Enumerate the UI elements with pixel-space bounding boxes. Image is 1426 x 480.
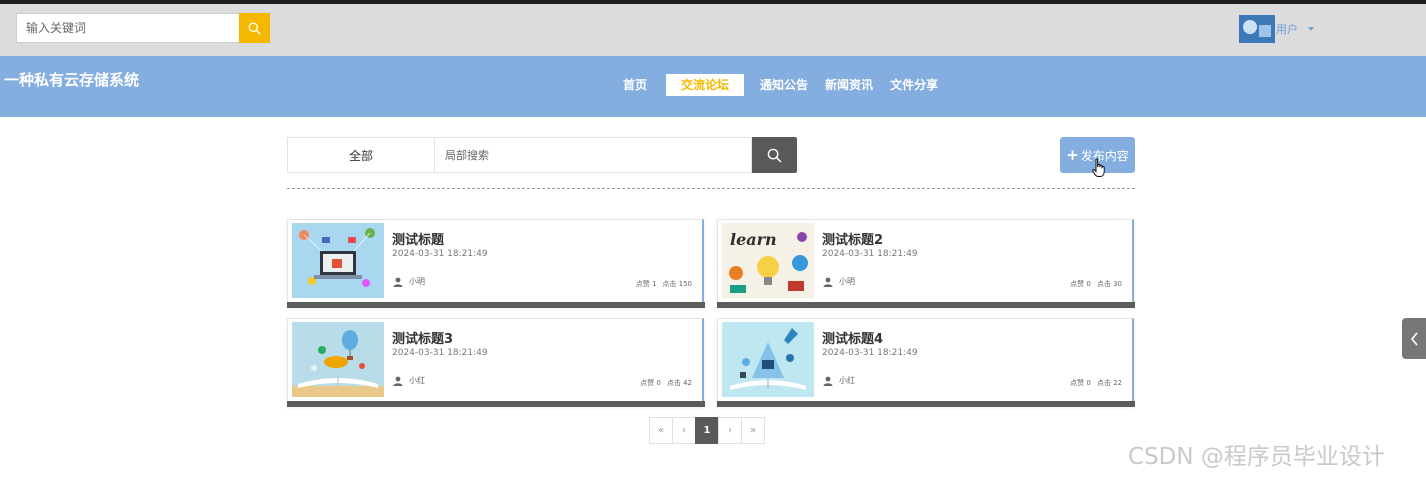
post-title[interactable]: 测试标题 bbox=[392, 229, 444, 248]
card-bottom-bar bbox=[287, 401, 705, 407]
top-header: 用户 bbox=[0, 4, 1426, 56]
post-title[interactable]: 测试标题3 bbox=[392, 328, 453, 347]
watermark: CSDN @程序员毕业设计 bbox=[1128, 444, 1385, 470]
post-thumbnail[interactable] bbox=[722, 322, 814, 397]
author-name: 小红 bbox=[839, 376, 855, 385]
card-bottom-bar bbox=[287, 302, 705, 308]
card-bottom-bar bbox=[717, 401, 1135, 407]
user-icon bbox=[823, 376, 833, 386]
category-select[interactable]: 全部 bbox=[287, 137, 435, 173]
dashed-divider bbox=[287, 188, 1135, 189]
card-bottom-bar bbox=[717, 302, 1135, 308]
chevron-left-icon bbox=[1410, 331, 1418, 346]
local-search-button[interactable] bbox=[752, 137, 797, 173]
post-time: 2024-03-31 18:21:49 bbox=[822, 249, 918, 259]
post-card[interactable]: 测试标题3 2024-03-31 18:21:49 小红 点赞 0 点击 42 bbox=[287, 318, 705, 407]
pagination-last[interactable]: » bbox=[741, 417, 765, 444]
post-time: 2024-03-31 18:21:49 bbox=[392, 249, 488, 259]
local-search-input[interactable] bbox=[435, 137, 752, 173]
post-card[interactable]: learn 测试标题2 2024-03-31 18:21:49 小明 点赞 0点… bbox=[717, 219, 1135, 308]
pagination: « ‹ 1 › » bbox=[649, 417, 765, 444]
user-icon bbox=[823, 277, 833, 287]
side-panel-toggle[interactable] bbox=[1402, 318, 1426, 359]
post-thumbnail[interactable] bbox=[292, 322, 384, 397]
post-stats: 点赞 1 点击 150 bbox=[636, 279, 692, 289]
post-time: 2024-03-31 18:21:49 bbox=[822, 348, 918, 358]
user-menu[interactable]: 用户 bbox=[1239, 15, 1314, 43]
like-count: 点赞 0 bbox=[640, 379, 661, 387]
search-icon bbox=[767, 148, 782, 162]
keyword-search-input[interactable] bbox=[16, 13, 239, 43]
site-brand[interactable]: 一种私有云存储系统 bbox=[4, 69, 139, 90]
user-icon bbox=[393, 277, 403, 287]
like-count: 点赞 0 bbox=[1070, 379, 1091, 387]
author-name: 小明 bbox=[409, 277, 425, 286]
nav-item-home[interactable]: 首页 bbox=[616, 74, 654, 96]
pagination-prev[interactable]: ‹ bbox=[672, 417, 696, 444]
post-thumbnail[interactable]: learn bbox=[722, 223, 814, 298]
author-name: 小红 bbox=[409, 376, 425, 385]
pagination-next[interactable]: › bbox=[718, 417, 742, 444]
chevron-down-icon[interactable] bbox=[1308, 27, 1314, 31]
main-navbar: 一种私有云存储系统 首页 交流论坛 通知公告 新闻资讯 文件分享 bbox=[0, 56, 1426, 117]
post-card[interactable]: 测试标题4 2024-03-31 18:21:49 小红 点赞 0 点击 22 bbox=[717, 318, 1135, 407]
search-icon bbox=[248, 22, 261, 35]
post-stats: 点赞 0 点击 22 bbox=[1070, 378, 1122, 388]
post-author: 小红 bbox=[393, 375, 425, 386]
nav-item-forum[interactable]: 交流论坛 bbox=[666, 74, 745, 96]
svg-text:learn: learn bbox=[730, 230, 777, 249]
author-name: 小明 bbox=[839, 277, 855, 286]
post-stats: 点赞 0 点击 42 bbox=[640, 378, 692, 388]
click-count: 点击 150 bbox=[662, 280, 692, 288]
keyword-search-button[interactable] bbox=[239, 13, 270, 43]
post-thumbnail[interactable] bbox=[292, 223, 384, 298]
hand-cursor-icon bbox=[1092, 158, 1105, 177]
plus-icon: + bbox=[1066, 146, 1079, 164]
like-count: 点赞 1 bbox=[635, 280, 657, 288]
post-time: 2024-03-31 18:21:49 bbox=[392, 348, 488, 358]
post-title[interactable]: 测试标题4 bbox=[822, 328, 883, 347]
post-author: 小红 bbox=[823, 375, 855, 386]
post-author: 小明 bbox=[823, 276, 855, 287]
user-icon bbox=[393, 376, 403, 386]
like-count: 点赞 0 bbox=[1070, 280, 1091, 288]
avatar[interactable] bbox=[1239, 15, 1275, 43]
click-count: 点击 30 bbox=[1096, 280, 1122, 288]
forum-filter-bar: 全部 bbox=[287, 137, 797, 173]
post-title[interactable]: 测试标题2 bbox=[822, 229, 883, 248]
pagination-current-page[interactable]: 1 bbox=[695, 417, 719, 444]
nav-menu: 首页 交流论坛 通知公告 新闻资讯 文件分享 bbox=[616, 74, 948, 96]
global-search bbox=[16, 13, 270, 43]
post-author: 小明 bbox=[393, 276, 425, 287]
nav-item-notices[interactable]: 通知公告 bbox=[753, 74, 815, 96]
click-count: 点击 22 bbox=[1096, 379, 1122, 387]
click-count: 点击 42 bbox=[666, 379, 692, 387]
nav-item-file-share[interactable]: 文件分享 bbox=[883, 74, 945, 96]
nav-item-news[interactable]: 新闻资讯 bbox=[818, 74, 880, 96]
post-stats: 点赞 0 点击 30 bbox=[1070, 279, 1122, 289]
user-name[interactable]: 用户 bbox=[1276, 21, 1298, 37]
pagination-first[interactable]: « bbox=[649, 417, 673, 444]
post-card[interactable]: 测试标题 2024-03-31 18:21:49 小明 点赞 1 点击 150 bbox=[287, 219, 705, 308]
